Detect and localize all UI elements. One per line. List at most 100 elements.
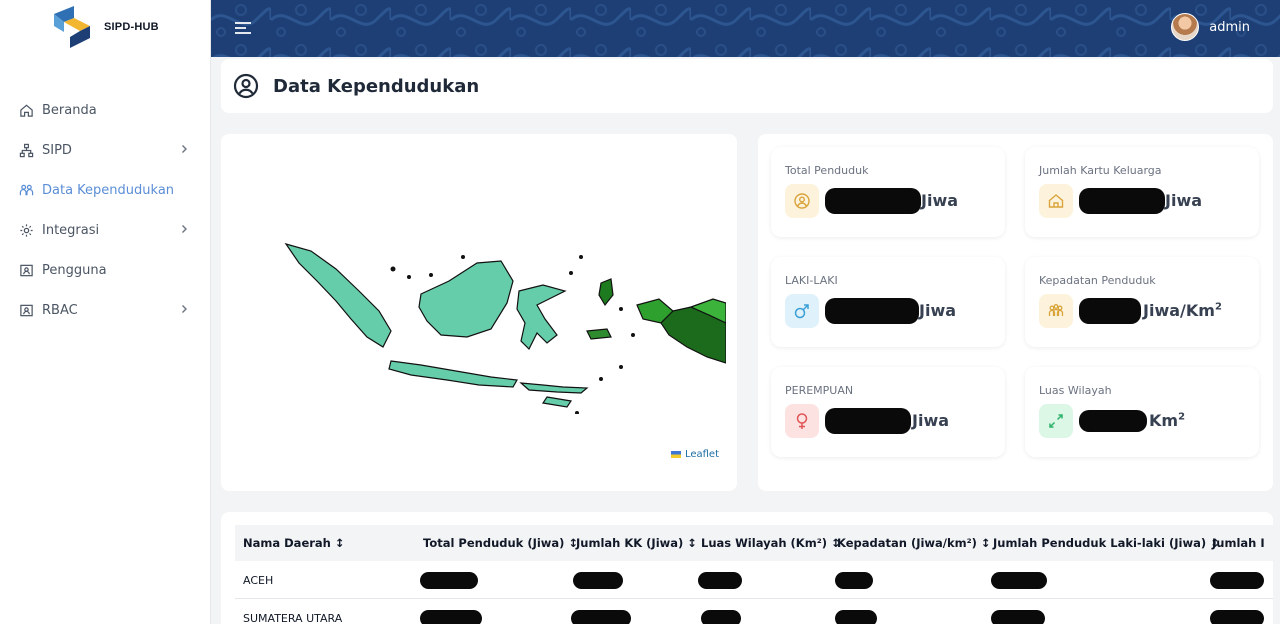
redacted-value [1079, 298, 1141, 324]
map-card[interactable]: Leaflet [221, 134, 737, 491]
stat-luas-wilayah: Luas Wilayah Km2 [1025, 367, 1259, 457]
people-icon [19, 183, 34, 198]
redacted-value [420, 572, 478, 589]
sipd-hub-logo [54, 6, 90, 48]
column-header-luas-wilayah[interactable]: Luas Wilayah (Km²) ↕ [701, 536, 841, 550]
redacted-value [1210, 572, 1264, 589]
stat-label: Luas Wilayah [1039, 384, 1112, 397]
indonesia-choropleth-map[interactable] [281, 239, 726, 414]
redacted-value [1079, 410, 1147, 432]
stat-label: Total Penduduk [785, 164, 869, 177]
ukraine-flag-icon [670, 451, 681, 458]
sitemap-icon [19, 143, 34, 158]
user-name: admin [1209, 19, 1250, 35]
home-icon [19, 103, 34, 118]
sidebar-item-rbac[interactable]: RBAC [0, 290, 210, 330]
cell-nama-daerah: SUMATERA UTARA [243, 612, 343, 624]
map-region-kalimantan [418, 260, 514, 338]
redacted-value [420, 610, 482, 624]
menu-toggle-icon[interactable] [233, 18, 253, 38]
sidebar-item-beranda[interactable]: Beranda [0, 90, 210, 130]
map-region-maluku-utara [598, 278, 614, 307]
topbar: admin [211, 0, 1280, 57]
table-header: Nama Daerah ↕ Total Penduduk (Jiwa) ↕ Ju… [235, 525, 1273, 561]
expand-icon [1039, 404, 1073, 438]
redacted-value [701, 610, 741, 624]
user-menu[interactable]: admin [1171, 13, 1250, 41]
redacted-value [571, 610, 631, 624]
redacted-value [991, 572, 1047, 589]
stat-perempuan: PEREMPUAN Jiwa [771, 367, 1005, 457]
page-header: Data Kependudukan [221, 59, 1273, 113]
chevron-right-icon [182, 305, 187, 313]
crowd-icon [1039, 294, 1073, 328]
stat-unit: Jiwa [919, 301, 957, 320]
user-circle-icon [233, 73, 259, 99]
chevron-right-icon [182, 225, 187, 233]
sidebar-item-label: Beranda [42, 102, 97, 118]
column-header-kepadatan[interactable]: Kepadatan (Jiwa/km²) ↕ [837, 536, 991, 550]
sidebar-item-sipd[interactable]: SIPD [0, 130, 210, 170]
sidebar-item-label: Pengguna [42, 262, 107, 278]
user-card-icon [19, 263, 34, 278]
map-region-maluku [586, 328, 612, 340]
stat-label: LAKI-LAKI [785, 274, 838, 287]
stat-label: PEREMPUAN [785, 384, 854, 397]
population-table: Nama Daerah ↕ Total Penduduk (Jiwa) ↕ Ju… [221, 512, 1273, 624]
map-region-sulawesi [516, 284, 567, 351]
stat-label: Kepadatan Penduduk [1039, 274, 1156, 287]
stat-unit: Jiwa [921, 191, 959, 210]
map-region-nusa-tenggara [519, 382, 589, 394]
redacted-value [825, 298, 919, 324]
stat-laki-laki: LAKI-LAKI Jiwa [771, 257, 1005, 347]
column-header-laki-laki[interactable]: Jumlah Penduduk Laki-laki (Jiwa) ↕ [993, 536, 1220, 550]
sidebar-item-integrasi[interactable]: Integrasi [0, 210, 210, 250]
gear-icon [19, 223, 34, 238]
sidebar-item-data-kependudukan[interactable]: Data Kependudukan [0, 170, 210, 210]
male-icon [785, 294, 819, 328]
map-region-ntt [541, 396, 573, 408]
sidebar-nav: Beranda SIPD Data Kependudukan Integrasi [0, 90, 210, 330]
redacted-value [1079, 188, 1165, 214]
redacted-value [698, 572, 742, 589]
batik-pattern [211, 0, 1280, 57]
leaflet-link: Leaflet [684, 449, 719, 460]
redacted-value [825, 188, 921, 214]
chevron-right-icon [182, 145, 187, 153]
redacted-value [1210, 610, 1264, 624]
map-region-jawa [388, 360, 518, 388]
sidebar-item-label: SIPD [42, 142, 72, 158]
redacted-value [573, 572, 623, 589]
sidebar-item-pengguna[interactable]: Pengguna [0, 250, 210, 290]
stat-unit: Km2 [1149, 411, 1186, 430]
leaflet-attribution[interactable]: Leaflet [670, 449, 719, 460]
sidebar-item-label: Integrasi [42, 222, 100, 238]
redacted-value [991, 610, 1045, 624]
redacted-value [825, 408, 911, 434]
column-header-total-penduduk[interactable]: Total Penduduk (Jiwa) ↕ [423, 536, 578, 550]
table-row[interactable]: ACEH [235, 561, 1273, 599]
stat-total-penduduk: Total Penduduk Jiwa [771, 147, 1005, 237]
stat-jumlah-kk: Jumlah Kartu Keluarga Jiwa [1025, 147, 1259, 237]
column-header-truncated[interactable]: Jumlah I [1212, 536, 1265, 550]
stat-kepadatan: Kepadatan Penduduk Jiwa/Km2 [1025, 257, 1259, 347]
redacted-value [835, 610, 877, 624]
brand-name: SIPD-HUB [104, 21, 159, 33]
stat-label: Jumlah Kartu Keluarga [1039, 164, 1162, 177]
column-header-jumlah-kk[interactable]: Jumlah KK (Jiwa) ↕ [576, 536, 697, 550]
female-icon [785, 404, 819, 438]
avatar [1171, 13, 1200, 41]
stats-panel: Total Penduduk Jiwa Jumlah Kartu Keluarg… [758, 134, 1273, 491]
sidebar: SIPD-HUB Beranda SIPD Data Kependudukan [0, 0, 211, 624]
house-icon [1039, 184, 1073, 218]
brand[interactable]: SIPD-HUB [50, 4, 159, 50]
sidebar-item-label: RBAC [42, 302, 78, 318]
stat-unit: Jiwa [1165, 191, 1203, 210]
stat-unit: Jiwa [912, 411, 950, 430]
cell-nama-daerah: ACEH [243, 574, 274, 587]
user-circle-icon [785, 184, 819, 218]
redacted-value [835, 572, 873, 589]
table-row[interactable]: SUMATERA UTARA [235, 599, 1273, 624]
sidebar-item-label: Data Kependudukan [42, 182, 175, 198]
column-header-nama-daerah[interactable]: Nama Daerah ↕ [243, 536, 345, 550]
